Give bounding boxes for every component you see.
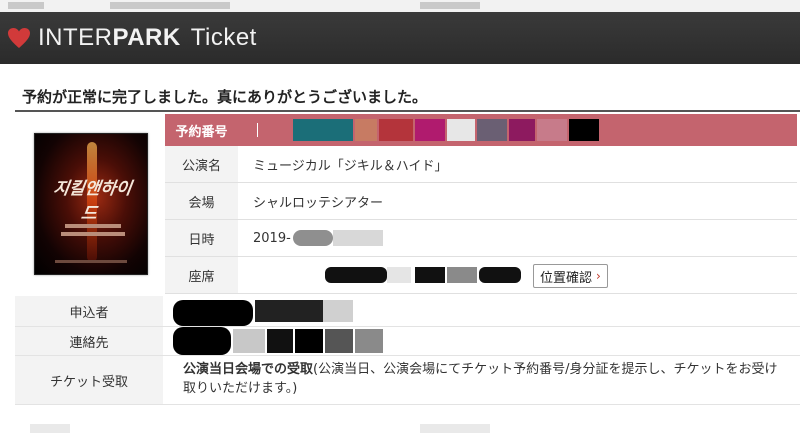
show-poster-image: 지킬앤하이드 [34, 133, 148, 275]
seat-location-button[interactable]: 位置確認 › [533, 264, 608, 288]
seat-location-label: 位置確認 [540, 270, 593, 286]
redacted-block [325, 267, 387, 283]
redacted-block [569, 119, 599, 141]
poster-text-line [55, 260, 127, 263]
venue-label: 会場 [165, 183, 238, 219]
heart-logo-icon [6, 25, 32, 51]
redacted-block [537, 119, 567, 141]
seat-row: 座席 [165, 257, 797, 294]
redacted-block [479, 267, 521, 283]
poster-text-line [65, 224, 121, 228]
venue-row: 会場 シャルロッテシアター [165, 183, 797, 220]
datetime-label: 日時 [165, 220, 238, 256]
brand-park: PARK [112, 24, 181, 51]
redacted-block [447, 119, 475, 141]
redacted-block [267, 329, 293, 353]
divider [15, 110, 800, 112]
chevron-right-icon: › [596, 269, 601, 283]
show-name-value: ミュージカル「ジキル＆ハイド」 [253, 158, 448, 174]
redacted-block [509, 119, 535, 141]
ticket-receipt-method: 公演当日会場での受取 [183, 362, 314, 377]
faint-footer-text [420, 424, 490, 433]
redacted-block [387, 267, 411, 283]
datetime-row: 日時 2019- [165, 220, 797, 257]
redacted-block [173, 327, 231, 355]
redacted-block [333, 230, 383, 246]
redacted-block [293, 230, 333, 246]
applicant-row: 申込者 [15, 296, 800, 327]
completion-message: 予約が正常に完了しました。真にありがとうございました。 [22, 88, 428, 106]
faint-footer-text [30, 424, 70, 433]
ticket-receipt-value: 公演当日会場での受取(公演当日、公演会場にてチケット予約番号/身分証を提示し、チ… [183, 356, 783, 398]
blurred-tab [110, 2, 230, 9]
brand-product: Ticket [190, 24, 257, 51]
seat-label: 座席 [165, 257, 238, 293]
show-name-row: 公演名 ミュージカル「ジキル＆ハイド」 [165, 146, 797, 183]
redacted-block [379, 119, 413, 141]
redacted-block [325, 329, 353, 353]
blurred-tab [8, 2, 44, 9]
blurred-tab [420, 2, 480, 9]
reservation-number-label: 予約番号 [175, 124, 228, 140]
redacted-block [477, 119, 507, 141]
separator [257, 123, 258, 137]
brand-logo[interactable]: INTERPARK Ticket [38, 24, 257, 52]
redacted-block [415, 267, 445, 283]
redacted-block [255, 300, 323, 322]
show-name-label: 公演名 [165, 146, 238, 182]
reservation-info-table: 予約番号 公演名 ミュージカル「ジキル＆ハイド」 会場 シャルロッテシアター 日… [165, 114, 797, 294]
redacted-block [415, 119, 445, 141]
redacted-block [233, 329, 265, 353]
redacted-block [355, 329, 383, 353]
redacted-block [447, 267, 477, 283]
ticket-receipt-row: チケット受取 公演当日会場での受取(公演当日、公演会場にてチケット予約番号/身分… [15, 356, 800, 405]
applicant-label: 申込者 [15, 296, 163, 326]
redacted-block [173, 300, 253, 326]
reservation-number-row: 予約番号 [165, 114, 797, 146]
contact-row: 連絡先 [15, 327, 800, 356]
datetime-value: 2019- [253, 230, 291, 246]
applicant-info-table: 申込者 連絡先 チケット受取 公演当日会場での受取(公演当日、公演会場にてチケッ… [15, 296, 800, 405]
site-header: INTERPARK Ticket [0, 12, 800, 64]
ticket-receipt-label: チケット受取 [15, 356, 163, 404]
poster-text-line [61, 232, 125, 236]
contact-label: 連絡先 [15, 327, 163, 355]
redacted-block [323, 300, 353, 322]
brand-inter: INTER [38, 24, 113, 51]
redacted-block [355, 119, 377, 141]
venue-value: シャルロッテシアター [253, 195, 384, 211]
poster-title: 지킬앤하이드 [51, 179, 133, 224]
redacted-block [295, 329, 323, 353]
redacted-block [293, 119, 353, 141]
